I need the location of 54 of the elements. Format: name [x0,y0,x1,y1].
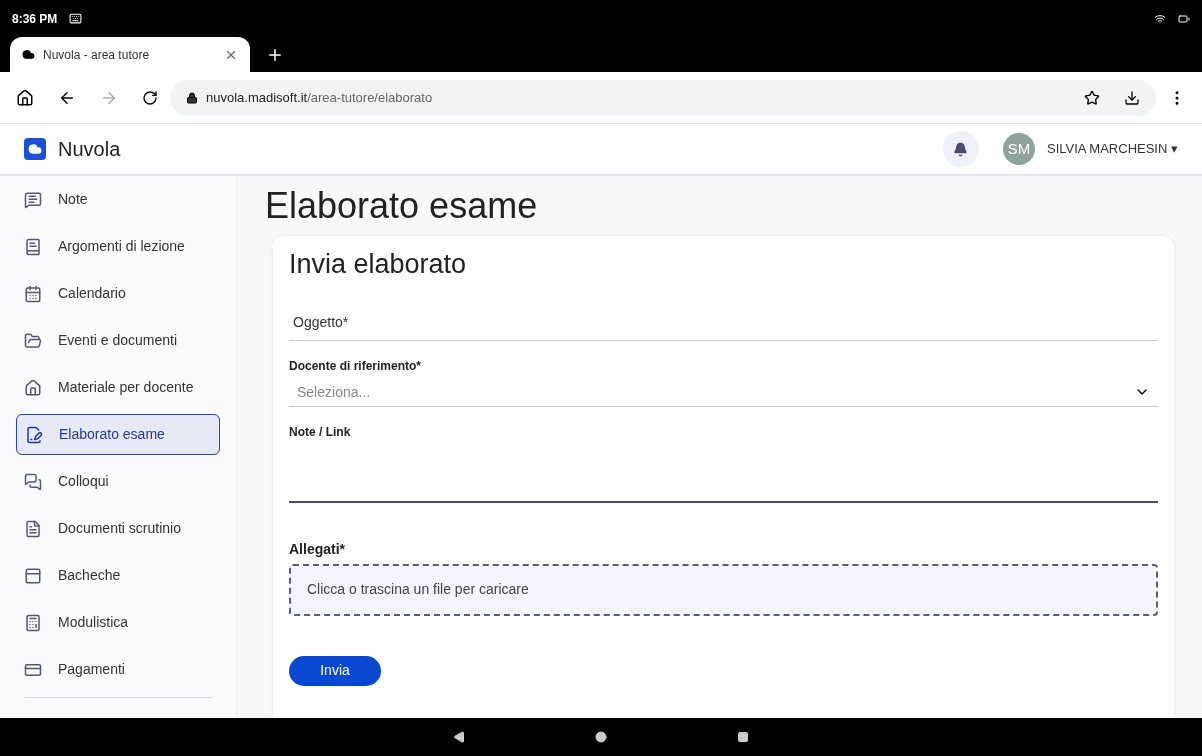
house-icon [24,378,42,397]
sidebar-item[interactable]: Elaborato esame [16,414,220,455]
recents-nav-icon[interactable] [737,731,749,743]
clock-text: 8:36 PM [12,10,58,28]
calculator-icon [24,613,42,632]
star-icon[interactable] [1084,89,1100,106]
book-icon [24,237,42,256]
user-menu[interactable]: SILVIA MARCHESIN ▾ [1046,139,1178,159]
wifi-icon [1154,12,1166,25]
sidebar-item[interactable]: Documenti scrutinio [16,508,220,549]
sidebar-item[interactable]: Bacheche [16,555,220,596]
address-bar[interactable]: nuvola.madisoft.it/area-tutore/elaborato [170,79,1156,116]
sidebar-item[interactable]: Calendario [16,273,220,314]
board-icon [24,566,42,585]
sidebar-item[interactable]: Colloqui [16,461,220,502]
field-label: Allegati* [289,539,346,559]
sidebar-item[interactable]: Eventi e documenti [16,320,220,361]
download-icon[interactable] [1124,89,1140,106]
browser-tab[interactable]: Nuvola - area tutore [10,37,250,72]
sidebar-item[interactable]: Argomenti di lezione [16,226,220,267]
back-nav-icon[interactable] [453,731,465,743]
submit-button[interactable]: Invia [289,655,381,686]
bell-icon [953,141,969,157]
teacher-select[interactable]: Seleziona... [289,378,1158,407]
url-text: nuvola.madisoft.it/area-tutore/elaborato [206,88,434,107]
page-title: Elaborato esame [265,184,539,228]
field-label: Docente di riferimento* [289,357,423,375]
subject-field[interactable]: Oggetto* [289,304,1158,341]
note-icon [24,190,42,209]
file-icon [24,519,42,538]
lock-icon [186,91,198,104]
sidebar-item[interactable]: Pagamenti [16,649,220,690]
select-placeholder: Seleziona... [297,382,372,402]
tab-title: Nuvola - area tutore [43,46,151,64]
reload-icon[interactable] [142,89,158,106]
sidebar-item[interactable]: Modulistica [16,602,220,643]
sidebar-item[interactable]: Note [16,179,220,220]
sidebar-item[interactable]: Materiale per docente [16,367,220,408]
keyboard-icon [69,12,83,25]
home-icon[interactable] [16,88,34,107]
file-dropzone[interactable]: Clicca o trascina un file per caricare [289,563,1158,616]
calendar-icon [24,284,42,303]
notification-button[interactable] [942,131,979,167]
document-icon [25,425,43,444]
chat-icon [24,472,42,491]
new-tab-icon[interactable] [266,46,284,64]
card-title: Invia elaborato [289,248,468,281]
cloud-logo-icon [24,138,46,160]
field-label: Note / Link [289,423,352,441]
folder-icon [24,331,42,350]
brand-name: Nuvola [58,137,121,162]
cloud-icon [22,48,35,61]
battery-icon [1178,12,1190,25]
home-nav-icon[interactable] [595,731,607,743]
